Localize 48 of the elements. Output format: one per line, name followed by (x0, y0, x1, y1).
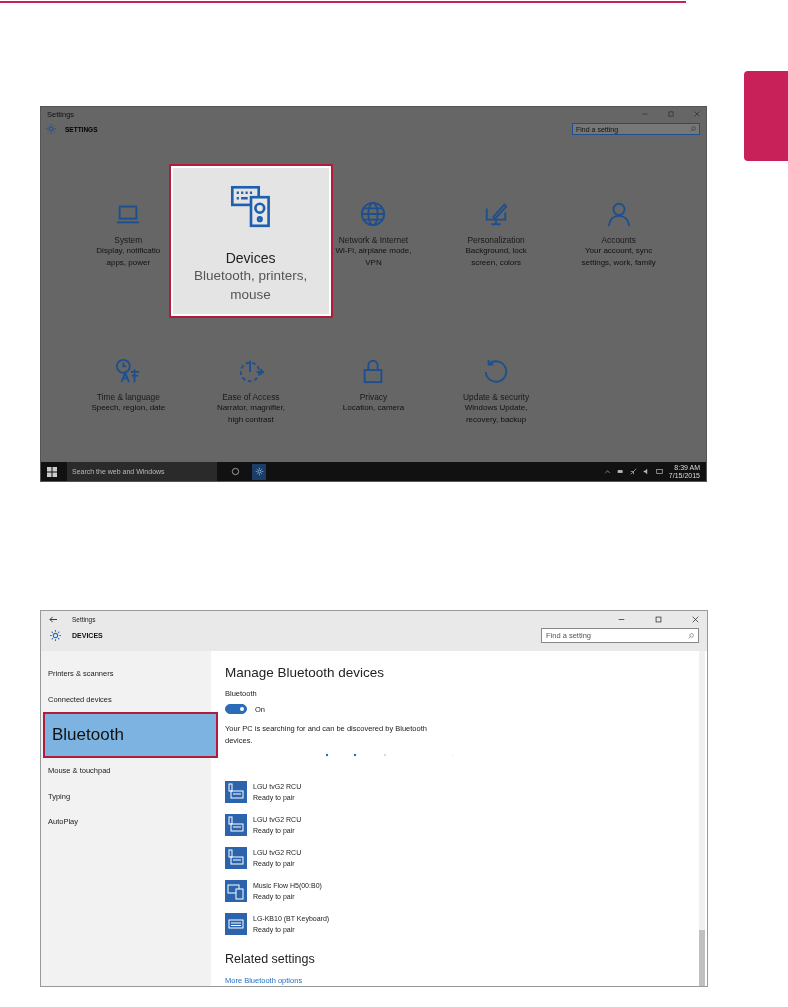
chevron-up-icon[interactable] (603, 468, 611, 475)
tile-description: Background, lock (465, 245, 527, 257)
close-icon[interactable] (692, 616, 699, 623)
message-icon[interactable] (655, 468, 663, 475)
tile-description: VPN (365, 257, 382, 269)
gear-icon (49, 629, 62, 642)
clock-icon (115, 357, 142, 384)
display-speaker-icon (225, 879, 247, 902)
remote-keyboard-icon (225, 813, 247, 836)
tile-description: Location, camera (342, 402, 405, 414)
maximize-icon[interactable] (655, 616, 662, 623)
taskbar-app-icon[interactable] (252, 463, 266, 480)
section-title: Related settings (225, 952, 316, 966)
tile-description: Display, notificatio (96, 245, 161, 257)
tile-title: Devices (225, 250, 276, 266)
globe-icon (360, 201, 387, 227)
tile-description: Speech, region, date (91, 402, 166, 414)
category-tile[interactable]: Devices Bluetooth, printers, mouse (168, 164, 333, 318)
tile-description: Windows Update, (464, 402, 528, 414)
tile-description: Wi-Fi, airplane mode, (335, 245, 412, 257)
pen-monitor-icon (483, 201, 510, 227)
back-arrow-icon[interactable] (49, 616, 58, 623)
tile-description: screen, colors (471, 257, 521, 269)
person-icon (605, 201, 632, 227)
bluetooth-toggle[interactable] (225, 704, 247, 714)
keyboard-icon (225, 912, 247, 935)
keyboard-speaker-icon (228, 184, 273, 228)
section-title: Manage Bluetooth devices (225, 665, 386, 680)
tile-description: apps, power (106, 257, 151, 269)
remote-keyboard-icon (225, 780, 247, 803)
tile-description: Bluetooth, printers, (193, 267, 308, 285)
windows-logo-icon[interactable] (47, 466, 57, 477)
task-view-icon[interactable] (231, 467, 240, 476)
minimize-icon[interactable] (618, 616, 625, 623)
tile-description: high contrast (228, 413, 274, 426)
refresh-icon (483, 357, 510, 384)
tile-description: recovery, backup (465, 413, 527, 426)
remote-keyboard-icon (225, 846, 247, 869)
volume-icon[interactable] (642, 468, 650, 475)
scrollbar[interactable] (699, 651, 705, 986)
sidebar-item[interactable]: Bluetooth (43, 712, 218, 758)
tile-description: mouse (230, 286, 271, 304)
gear-icon (254, 467, 264, 476)
tile-description: settings, work, family (581, 257, 656, 269)
tile-description: Your account, sync (585, 245, 653, 257)
tile-description: Narrator, magnifier, (216, 401, 285, 414)
gear-icon (45, 123, 57, 135)
network-icon[interactable] (629, 468, 637, 475)
